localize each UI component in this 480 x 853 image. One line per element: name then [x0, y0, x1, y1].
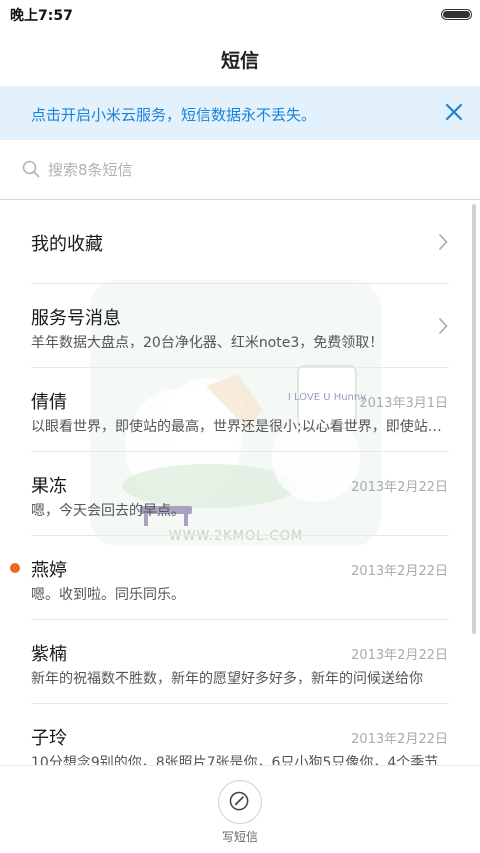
conversation-date: 2013年2月22日 — [351, 564, 448, 579]
conversation-name: 倩倩 — [31, 392, 67, 413]
page-title: 短信 — [220, 50, 259, 72]
title-bar: 短信 — [0, 28, 480, 86]
search-input[interactable] — [48, 157, 448, 183]
conversation-name: 服务号消息 — [31, 308, 121, 329]
search-icon — [22, 160, 40, 178]
list-item-favorites[interactable]: 我的收藏 — [0, 200, 480, 284]
cloud-service-banner[interactable]: 点击开启小米云服务，短信数据永不丢失。 — [0, 86, 480, 140]
compose-icon — [229, 791, 249, 811]
compose-label[interactable]: 写短信 — [0, 828, 480, 845]
status-time: 晚上7:57 — [10, 8, 73, 24]
chevron-right-icon — [438, 233, 448, 251]
conversation-name: 我的收藏 — [31, 234, 103, 255]
conversation-name: 紫楠 — [31, 644, 67, 665]
search-bar[interactable] — [0, 140, 480, 200]
chevron-right-icon — [438, 317, 448, 335]
close-icon[interactable] — [442, 100, 466, 124]
conversation-preview: 以眼看世界，即使站的最高，世界还是很小;以心看世界，即使站的最低，世界也是很大 — [31, 419, 449, 435]
conversation-date: 2013年2月22日 — [351, 480, 448, 495]
list-item-conversation[interactable]: 燕婷 2013年2月22日 嗯。收到啦。同乐同乐。 — [0, 536, 480, 620]
banner-text[interactable]: 点击开启小米云服务，短信数据永不丢失。 — [31, 104, 316, 125]
conversation-name: 果冻 — [31, 476, 67, 497]
conversation-preview: 羊年数据大盘点，20台净化器、红米note3，免费领取！ — [31, 335, 384, 351]
unread-indicator — [10, 563, 20, 573]
list-item-conversation[interactable]: 果冻 2013年2月22日 嗯，今天会回去的早点。 — [0, 452, 480, 536]
conversation-name: 燕婷 — [31, 560, 67, 581]
conversation-preview: 嗯。收到啦。同乐同乐。 — [31, 587, 185, 603]
conversation-date: 2013年2月22日 — [351, 648, 448, 663]
battery-icon — [441, 9, 472, 20]
list-item-conversation[interactable]: 倩倩 2013年3月1日 以眼看世界，即使站的最高，世界还是很小;以心看世界，即… — [0, 368, 480, 452]
conversation-date: 2013年2月22日 — [351, 732, 448, 747]
conversation-date: 2013年3月1日 — [359, 396, 448, 411]
conversation-preview: 新年的祝福数不胜数，新年的愿望好多好多，新年的问候送给你 — [31, 671, 423, 687]
list-item-conversation[interactable]: 紫楠 2013年2月22日 新年的祝福数不胜数，新年的愿望好多好多，新年的问候送… — [0, 620, 480, 704]
list-item-conversation[interactable]: 子玲 2013年2月22日 10分想念9别的你，8张照片7张是你，6只小狗5只像… — [0, 704, 480, 765]
conversation-preview: 10分想念9别的你，8张照片7张是你，6只小狗5只像你，4个季节 — [31, 755, 439, 765]
conversation-name: 子玲 — [31, 728, 67, 749]
message-list[interactable]: I LOVE U Hunny WWW.2KMOL.COM 我的收藏 服务号消息 … — [0, 200, 480, 765]
status-bar: 晚上7:57 — [0, 0, 480, 28]
list-item-service-messages[interactable]: 服务号消息 羊年数据大盘点，20台净化器、红米note3，免费领取！ — [0, 284, 480, 368]
conversation-preview: 嗯，今天会回去的早点。 — [31, 503, 185, 519]
bottom-bar: 写短信 — [0, 765, 480, 853]
compose-button[interactable] — [218, 780, 262, 824]
